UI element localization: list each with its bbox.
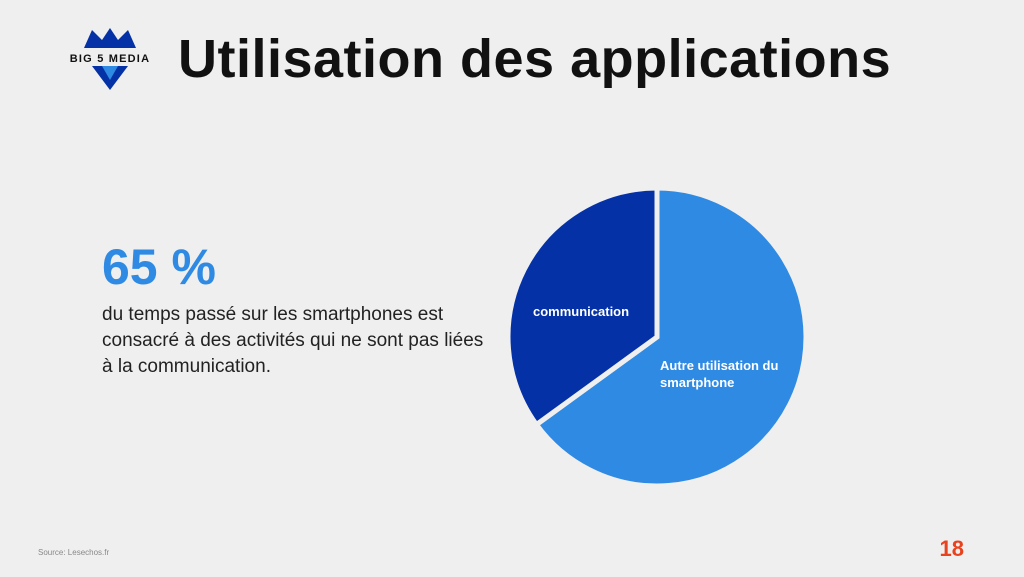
pie-label-communication: communication bbox=[533, 304, 629, 319]
source-note: Source: Lesechos.fr bbox=[38, 548, 110, 557]
logo-text: BIG 5 MEDIA bbox=[69, 53, 151, 65]
stat-description: du temps passé sur les smartphones est c… bbox=[102, 304, 484, 377]
page-title: Utilisation des applications bbox=[178, 29, 892, 89]
pie-chart-svg: Autre utilisation du smartphonecommunicat… bbox=[505, 185, 809, 489]
brand-logo: BIG 5 MEDIA bbox=[62, 26, 158, 92]
page-number: 18 bbox=[939, 536, 964, 561]
stat-value: 65 % bbox=[102, 239, 216, 295]
pie-chart: Autre utilisation du smartphone communicat… bbox=[500, 180, 820, 500]
